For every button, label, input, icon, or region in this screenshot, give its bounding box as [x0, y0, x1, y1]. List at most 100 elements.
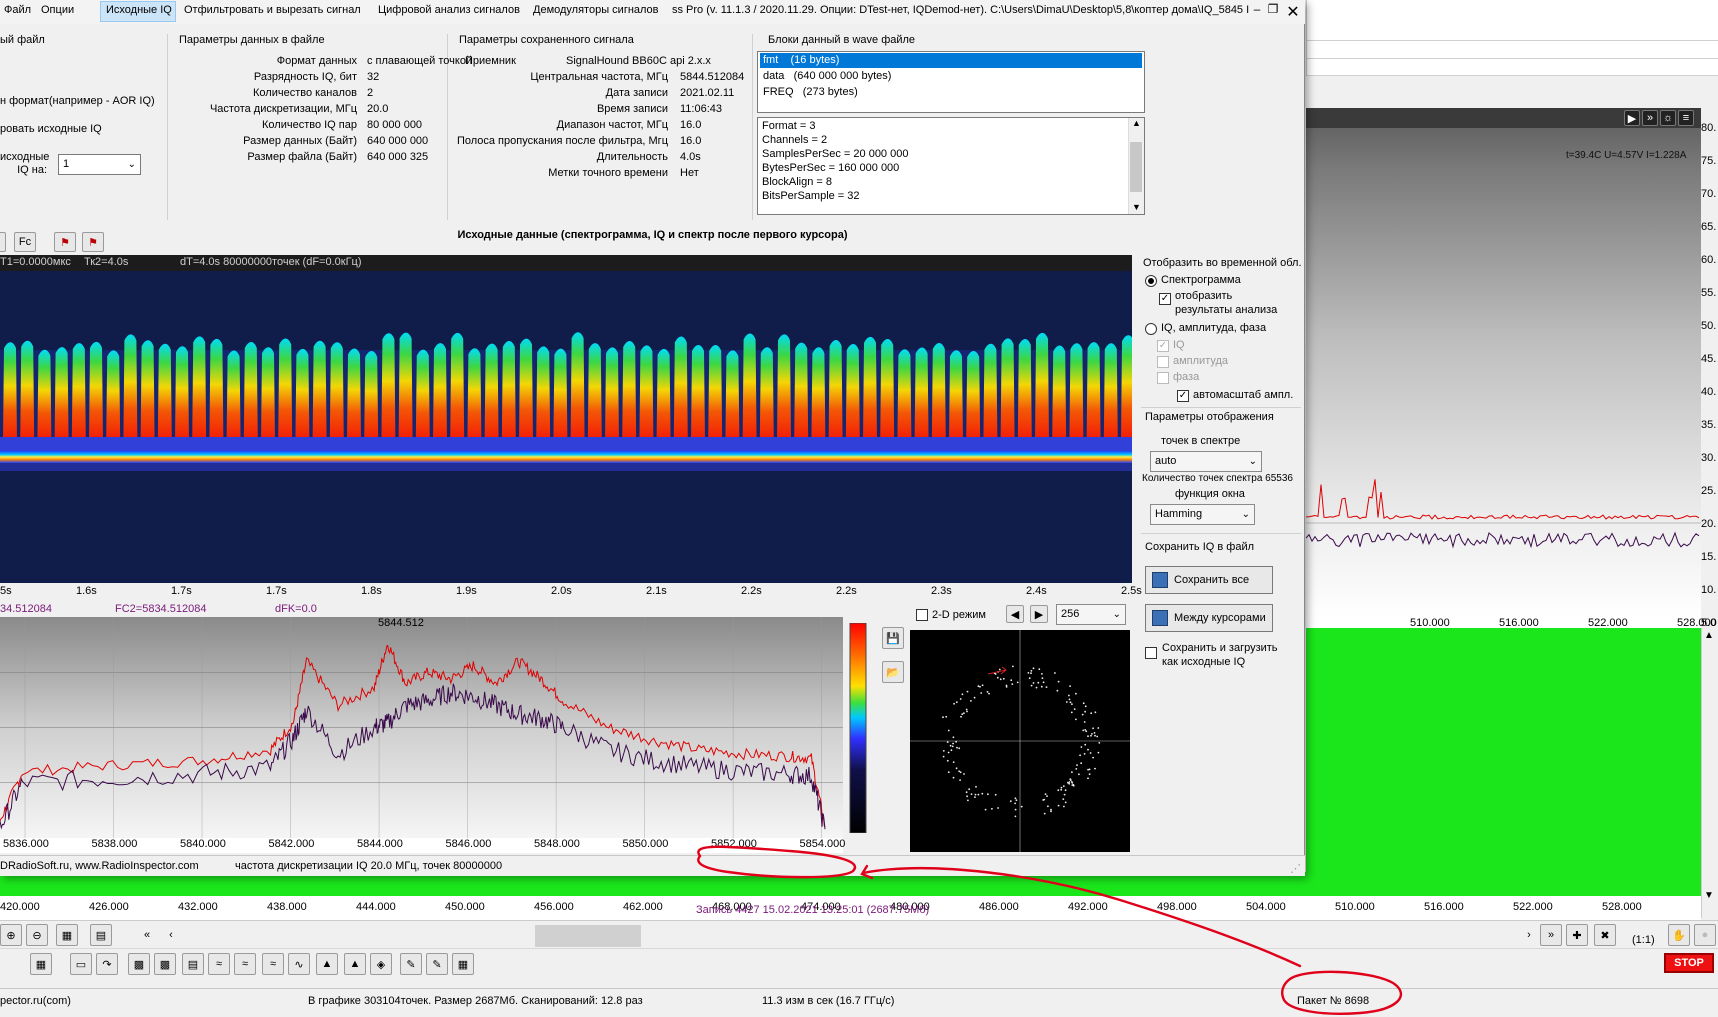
menu-file[interactable]: Файл	[4, 4, 31, 16]
file-param-value: 640 000 325	[367, 151, 429, 163]
autoscale-checkbox[interactable]: ✓	[1177, 390, 1189, 402]
resize-grip-icon[interactable]: ⋰	[1290, 862, 1301, 875]
tool-color-icon[interactable]: ▲	[344, 953, 366, 975]
tool-grid-icon[interactable]: ▦	[452, 953, 474, 975]
constellation-point	[1073, 708, 1076, 710]
tool-c-icon[interactable]: ▤	[182, 953, 204, 975]
phase-checkbox[interactable]	[1157, 372, 1169, 384]
iq-checkbox[interactable]: ✓	[1157, 340, 1169, 352]
tool-aver-icon[interactable]: ≈	[262, 953, 284, 975]
tool-max-icon[interactable]: ≈	[234, 953, 256, 975]
spectrogram-burst	[106, 350, 121, 440]
constellation-point	[1071, 784, 1074, 786]
hand-icon[interactable]: ✋	[1668, 924, 1690, 946]
spectrum-plot[interactable]	[0, 601, 843, 853]
horizontal-scroll-thumb[interactable]	[535, 925, 641, 947]
constellation-plot[interactable]	[910, 630, 1130, 852]
scroll-right-icon[interactable]: ›	[1518, 924, 1540, 946]
fit-chart-icon[interactable]: ▦	[56, 924, 78, 946]
file-param-label: Количество IQ пар	[262, 119, 357, 131]
constellation-point	[1014, 802, 1016, 805]
restore-icon[interactable]: ❐	[1264, 2, 1282, 18]
shrink-icon[interactable]: ✖	[1594, 924, 1616, 946]
scroll-left-icon[interactable]: ‹	[160, 924, 182, 946]
time-tick-label: 2.3s	[931, 585, 952, 597]
stop-button[interactable]: STOP	[1664, 953, 1714, 973]
2d-mode-checkbox[interactable]	[916, 609, 928, 621]
tool-wave-icon[interactable]: ∿	[288, 953, 310, 975]
constellation-point	[1071, 703, 1073, 705]
forward-icon[interactable]: »	[1540, 924, 1562, 946]
menu-digital-analysis[interactable]: Цифровой анализ сигналов	[378, 4, 520, 16]
convert-option[interactable]: ровать исходные IQ	[0, 123, 102, 135]
wave-block-item[interactable]: fmt (16 bytes)	[760, 53, 1142, 68]
tool-edit-icon[interactable]: ✎	[400, 953, 422, 975]
save-icon[interactable]: 💾	[882, 627, 904, 649]
constellation-point	[975, 785, 977, 788]
tool-curr-icon[interactable]: ≈	[208, 953, 230, 975]
open-folder-icon[interactable]: 📂	[882, 661, 904, 683]
zoom-in-icon[interactable]: ⊕	[0, 924, 22, 946]
frequency-tick-label: 5838.000	[91, 838, 138, 850]
save-load-label-1: Сохранить и загрузить	[1162, 642, 1278, 654]
format-option[interactable]: н формат(например - AOR IQ)	[0, 95, 155, 107]
scroll-down-icon[interactable]: ▼	[1132, 202, 1141, 212]
lock-icon[interactable]: ●	[1694, 924, 1716, 946]
tool-max2-icon[interactable]: ✎	[426, 953, 448, 975]
wave-blocks-list[interactable]: fmt (16 bytes) data (640 000 000 bytes) FR…	[757, 51, 1145, 113]
details-scroll-thumb[interactable]	[1130, 142, 1142, 192]
background-vertical-scrollbar[interactable]: ▲ ▼	[1701, 628, 1718, 918]
status-site: pector.ru(com)	[0, 995, 71, 1007]
spectrogram-band-upper	[0, 437, 1132, 451]
between-cursors-button[interactable]: Между курсорами	[1145, 604, 1273, 632]
wave-block-item[interactable]: data (640 000 000 bytes)	[760, 69, 1142, 84]
tool-b-icon[interactable]: ▩	[154, 953, 176, 975]
constellation-point	[1042, 681, 1045, 684]
spectrogram-burst	[71, 343, 86, 440]
window-function-select[interactable]: Hamming ⌄	[1150, 504, 1255, 525]
spectrogram-burst	[157, 343, 172, 440]
iq-select[interactable]: 1 ⌄	[58, 154, 141, 175]
expand-icon[interactable]: ✚	[1566, 924, 1588, 946]
amplitude-checkbox[interactable]	[1157, 356, 1169, 368]
tool-a-icon[interactable]: ▩	[128, 953, 150, 975]
scroll-up-icon[interactable]: ▲	[1704, 630, 1714, 641]
options-icon[interactable]: ≡	[1678, 110, 1694, 126]
spectrogram-burst	[1017, 339, 1032, 440]
menu-filter-cut[interactable]: Отфильтровать и вырезать сигнал	[184, 4, 361, 16]
spectrum-points-select[interactable]: auto ⌄	[1150, 451, 1262, 472]
constellation-point	[977, 685, 980, 688]
scroll-down-icon[interactable]: ▼	[1704, 890, 1714, 901]
fast-forward-icon[interactable]: »	[1642, 110, 1658, 126]
zoom-out-icon[interactable]: ⊖	[26, 924, 48, 946]
save-load-checkbox[interactable]	[1145, 647, 1157, 659]
constellation-points-select[interactable]: 256 ⌄	[1056, 604, 1126, 625]
chart-mode-icon[interactable]: ▤	[90, 924, 112, 946]
next-icon[interactable]: ▶	[1030, 605, 1048, 623]
constellation-point	[947, 729, 950, 732]
menu-source-iq[interactable]: Исходные IQ	[106, 4, 172, 16]
wave-block-item[interactable]: FREQ (273 bytes)	[760, 85, 1142, 100]
spectrogram[interactable]	[0, 255, 1132, 583]
spectrogram-radio[interactable]	[1145, 275, 1157, 287]
constellation-point	[1087, 748, 1089, 751]
scroll-up-icon[interactable]: ▲	[1132, 118, 1141, 128]
details-scrollbar[interactable]: ▲ ▼	[1128, 118, 1144, 214]
show-results-checkbox[interactable]: ✓	[1159, 293, 1171, 305]
rewind-icon[interactable]: «	[136, 924, 158, 946]
folder-icon[interactable]: ▭	[70, 953, 92, 975]
tool-peak-icon[interactable]: ▲	[316, 953, 338, 975]
tool-shield-icon[interactable]: ◈	[370, 953, 392, 975]
peak-label: 5844.512	[378, 617, 424, 629]
export-icon[interactable]: ↷	[96, 953, 118, 975]
constellation-point	[1050, 808, 1052, 811]
graph-icon[interactable]: ▦	[30, 953, 52, 975]
menu-options[interactable]: Опции	[41, 4, 74, 16]
settings-icon[interactable]: ☼	[1660, 110, 1676, 126]
save-all-button[interactable]: Сохранить все	[1145, 566, 1273, 594]
previous-icon[interactable]: ◀	[1006, 605, 1024, 623]
menu-demodulators[interactable]: Демодуляторы сигналов	[533, 4, 659, 16]
close-icon[interactable]: ✕	[1284, 2, 1302, 21]
next-icon[interactable]: ▶	[1624, 110, 1640, 126]
iq-amp-phase-radio[interactable]	[1145, 323, 1157, 335]
